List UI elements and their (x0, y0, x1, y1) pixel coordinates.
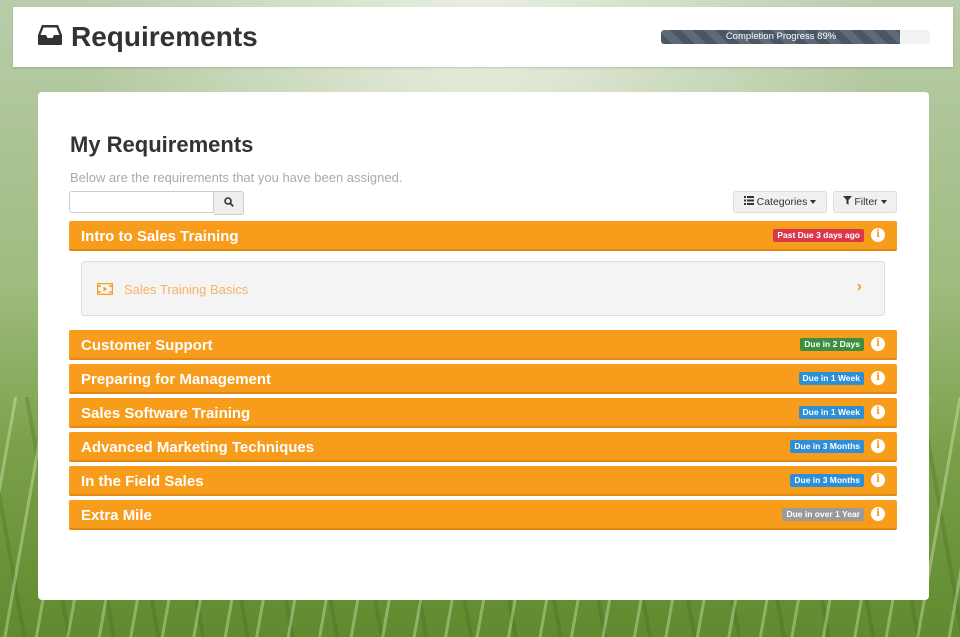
search-input[interactable] (69, 191, 214, 213)
status-badge: Due in 3 Months (790, 440, 864, 453)
funnel-icon (843, 196, 853, 208)
requirement-row[interactable]: Preparing for Management Due in 1 Week i (69, 364, 897, 394)
title-group: Requirements (37, 21, 258, 53)
filter-label: Filter (854, 196, 878, 208)
completion-progress-bar: Completion Progress 89% (661, 30, 930, 44)
status-badge: Due in 1 Week (798, 406, 864, 419)
search-button[interactable] (214, 191, 244, 215)
info-icon[interactable]: i (871, 337, 885, 351)
video-icon (96, 282, 114, 300)
categories-button[interactable]: Categories (733, 191, 827, 213)
info-icon[interactable]: i (871, 371, 885, 385)
inbox-icon (37, 24, 63, 51)
list-icon (743, 196, 754, 208)
requirements-panel: My Requirements Below are the requiremen… (38, 92, 929, 600)
caret-down-icon (810, 200, 817, 204)
page-header: Requirements Completion Progress 89% (13, 7, 953, 67)
categories-label: Categories (756, 196, 808, 208)
requirement-row[interactable]: Customer Support Due in 2 Days i (69, 330, 897, 360)
search-icon (223, 194, 234, 212)
info-icon[interactable]: i (871, 439, 885, 453)
info-icon[interactable]: i (871, 473, 885, 487)
info-icon[interactable]: i (871, 405, 885, 419)
info-icon[interactable]: i (871, 507, 885, 521)
requirement-row[interactable]: In the Field Sales Due in 3 Months i (69, 466, 897, 496)
caret-down-icon (880, 200, 887, 204)
status-badge: Due in 1 Week (798, 372, 864, 385)
status-badge: Due in 2 Days (800, 338, 864, 351)
search-group (69, 191, 244, 215)
requirement-name: Intro to Sales Training (81, 228, 239, 245)
requirement-name: Sales Software Training (81, 405, 251, 422)
requirement-name: In the Field Sales (81, 473, 204, 490)
filter-button[interactable]: Filter (833, 191, 897, 213)
page-title: Requirements (71, 21, 258, 52)
status-badge: Due in 3 Months (790, 474, 864, 487)
requirement-item[interactable]: Sales Training Basics › (81, 261, 885, 316)
requirement-row[interactable]: Extra Mile Due in over 1 Year i (69, 500, 897, 530)
chevron-right-icon[interactable]: › (857, 278, 862, 296)
status-badge: Past Due 3 days ago (773, 229, 864, 242)
requirement-name: Advanced Marketing Techniques (81, 439, 315, 456)
progress-label: Completion Progress 89% (725, 31, 837, 42)
requirement-row[interactable]: Sales Software Training Due in 1 Week i (69, 398, 897, 428)
requirement-name: Extra Mile (81, 507, 152, 524)
status-badge: Due in over 1 Year (782, 508, 864, 521)
requirement-name: Preparing for Management (81, 371, 272, 388)
requirement-row[interactable]: Advanced Marketing Techniques Due in 3 M… (69, 432, 897, 462)
section-heading: My Requirements (70, 132, 254, 157)
requirement-name: Customer Support (81, 337, 213, 354)
requirement-row[interactable]: Intro to Sales Training Past Due 3 days … (69, 221, 897, 251)
item-name: Sales Training Basics (124, 282, 249, 297)
section-subtitle: Below are the requirements that you have… (70, 170, 403, 185)
requirements-list: Intro to Sales Training Past Due 3 days … (69, 221, 897, 534)
info-icon[interactable]: i (871, 228, 885, 242)
